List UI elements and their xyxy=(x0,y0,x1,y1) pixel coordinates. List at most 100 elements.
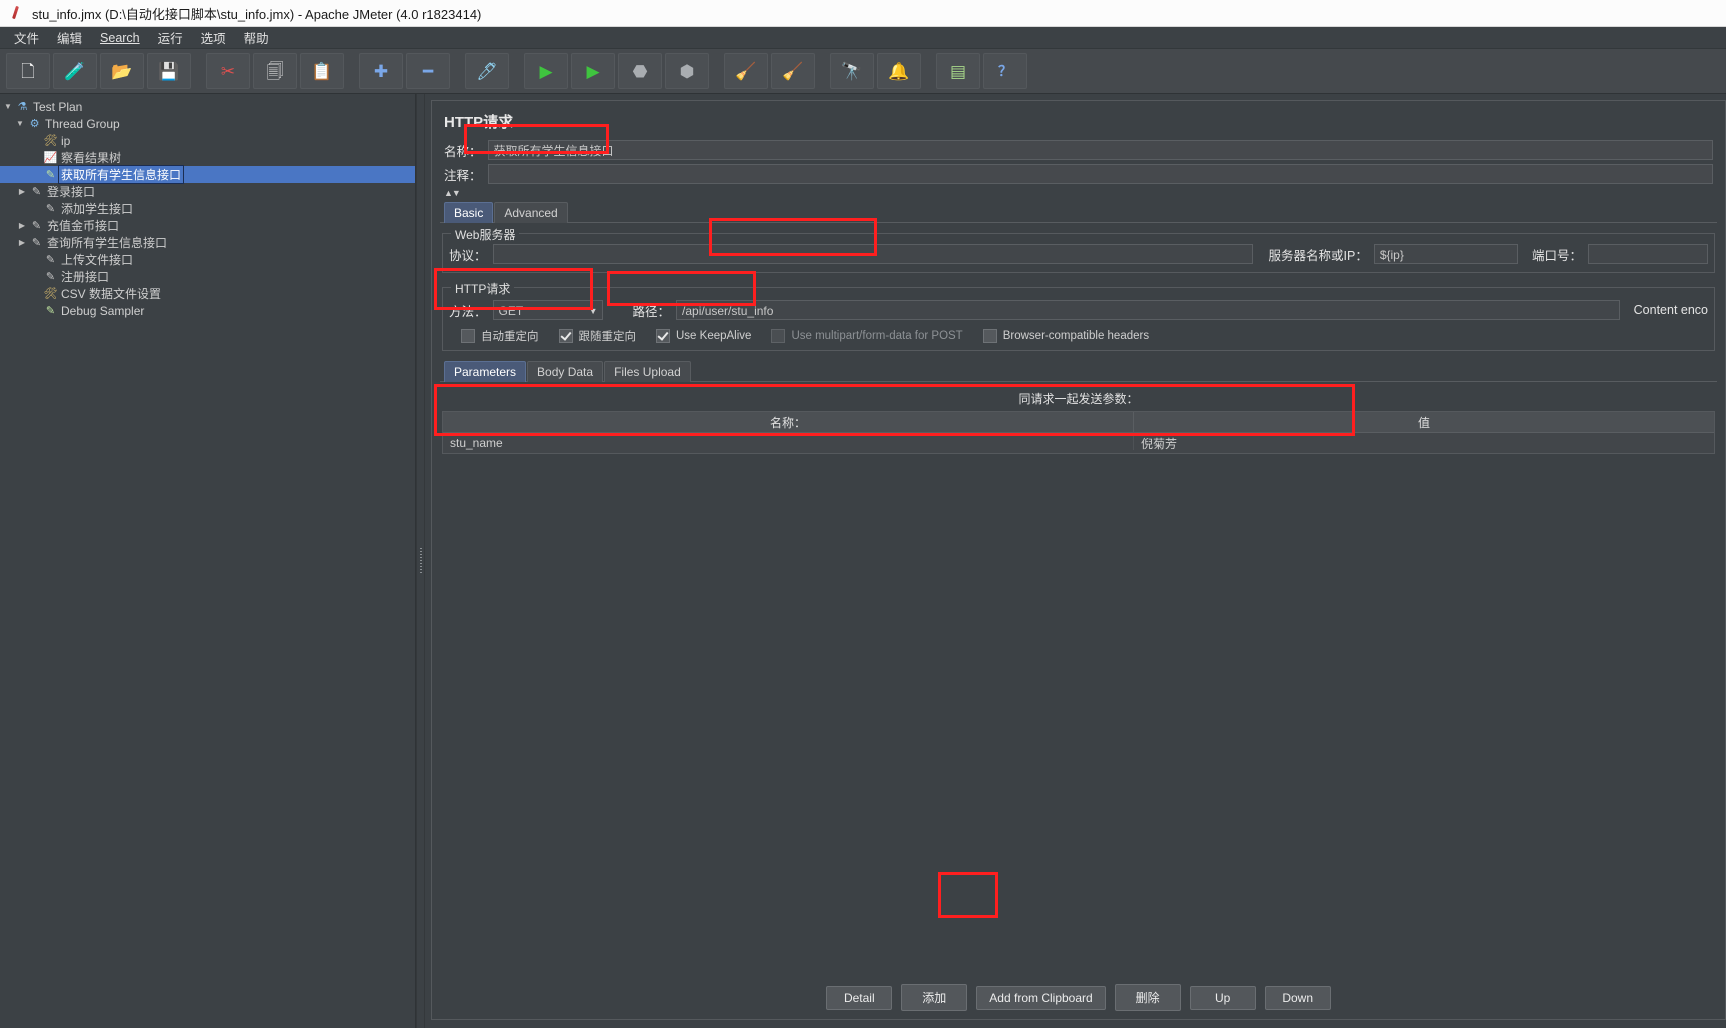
cut-button[interactable]: ✂ xyxy=(206,53,250,89)
tree-item-register[interactable]: ✎ 注册接口 xyxy=(0,268,415,285)
function-helper-button[interactable]: ▤ xyxy=(936,53,980,89)
pencil-toggle-icon: 🖊 xyxy=(476,61,498,81)
use-multipart-checkbox xyxy=(771,329,786,343)
tree-item-get-all-students[interactable]: ✎ 获取所有学生信息接口 xyxy=(0,165,415,184)
collapse-toggle[interactable]: ▲▼ xyxy=(444,188,1717,198)
menu-options[interactable]: 选项 xyxy=(193,26,234,49)
column-header-value: 值 xyxy=(1417,415,1430,430)
tree-item-thread-group[interactable]: ▼ ⚙ Thread Group xyxy=(0,115,415,132)
thread-group-icon: ⚙ xyxy=(29,118,40,130)
follow-redirect-label: 跟随重定向 xyxy=(578,331,637,343)
tree-item-recharge-coins[interactable]: ▶ ✎ 充值金币接口 xyxy=(0,217,415,234)
move-up-button[interactable]: Up xyxy=(1189,985,1256,1010)
delete-button[interactable]: 删除 xyxy=(1114,984,1181,1011)
tree-item-add-student[interactable]: ✎ 添加学生接口 xyxy=(0,200,415,217)
tree-label: Test Plan xyxy=(33,99,83,114)
open-button[interactable]: 📂 xyxy=(100,53,144,89)
chevron-down-icon[interactable]: ▼ xyxy=(14,119,26,128)
add-button[interactable]: 添加 xyxy=(901,984,968,1011)
tab-body-data[interactable]: Body Data xyxy=(527,361,604,382)
stop-button[interactable]: ⬣ xyxy=(618,53,662,89)
save-button[interactable]: 💾 xyxy=(147,53,191,89)
tab-advanced[interactable]: Advanced xyxy=(494,202,568,223)
help-button[interactable]: ？ xyxy=(983,53,1027,89)
browser-compatible-headers-label: Browser-compatible headers xyxy=(1002,330,1150,342)
tab-underline xyxy=(440,222,1717,223)
clipboard-icon: 📋 xyxy=(311,61,333,81)
toolbar: 🗋 🧪 📂 💾 ✂ 🗐 📋 ✚ ━ 🖊 ▶ ▶ ⬣ ⬢ 🧹 🧹 🔭 🔔 ▤ ？ xyxy=(0,49,1726,94)
name-label: 名称： xyxy=(444,144,482,159)
cell-param-value[interactable]: 倪菊芳 xyxy=(1134,435,1714,452)
play-no-pause-icon: ▶ xyxy=(586,61,600,81)
table-row[interactable]: stu_name 倪菊芳 xyxy=(443,433,1714,453)
port-input[interactable] xyxy=(1588,244,1708,264)
tab-parameters[interactable]: Parameters xyxy=(444,361,527,382)
menu-help[interactable]: 帮助 xyxy=(236,26,277,49)
templates-button[interactable]: 🧪 xyxy=(53,53,97,89)
clear-all-button[interactable]: 🧹 xyxy=(771,53,815,89)
tree-label: 注册接口 xyxy=(61,270,110,284)
chevron-down-icon[interactable]: ▼ xyxy=(2,102,14,111)
http-sampler-icon: ✎ xyxy=(31,237,42,249)
menu-run[interactable]: 运行 xyxy=(150,26,191,49)
tree-item-csv-data-set[interactable]: 🛠 CSV 数据文件设置 xyxy=(0,285,415,302)
tab-basic[interactable]: Basic xyxy=(444,202,494,223)
templates-icon: 🧪 xyxy=(64,61,86,81)
new-file-icon: 🗋 xyxy=(21,61,35,81)
column-header-name: 名称： xyxy=(443,412,1134,432)
search-button[interactable]: 🔭 xyxy=(830,53,874,89)
tree-item-query-all-students[interactable]: ▶ ✎ 查询所有学生信息接口 xyxy=(0,234,415,251)
function-list-icon: ▤ xyxy=(949,61,967,81)
menu-bar: 文件 编辑 Search 运行 选项 帮助 xyxy=(0,27,1726,49)
test-plan-tree[interactable]: ▼ ⚗ Test Plan ▼ ⚙ Thread Group 🛠 ip 📈 察看… xyxy=(0,94,416,1028)
comment-input[interactable] xyxy=(487,164,1713,184)
new-button[interactable]: 🗋 xyxy=(6,53,50,89)
menu-search[interactable]: Search xyxy=(92,29,148,47)
method-select[interactable]: GET ▼ xyxy=(492,300,603,321)
config-element-icon: 🛠 xyxy=(43,135,58,147)
move-down-button[interactable]: Down xyxy=(1264,985,1331,1010)
paste-button[interactable]: 📋 xyxy=(300,53,344,89)
chevron-right-icon[interactable]: ▶ xyxy=(16,238,28,247)
chevron-right-icon[interactable]: ▶ xyxy=(16,221,28,230)
copy-icon: 🗐 xyxy=(266,61,284,81)
table-body: stu_name 倪菊芳 xyxy=(443,433,1714,453)
name-input[interactable]: 获取所有学生信息接口 xyxy=(487,140,1713,160)
start-button[interactable]: ▶ xyxy=(524,53,568,89)
collapse-all-button[interactable]: ━ xyxy=(406,53,450,89)
tree-item-upload-file[interactable]: ✎ 上传文件接口 xyxy=(0,251,415,268)
toggle-button[interactable]: 🖊 xyxy=(465,53,509,89)
stop-icon: ⬣ xyxy=(632,61,648,81)
server-name-or-ip-input[interactable]: ${ip} xyxy=(1373,244,1518,264)
tree-item-view-results-tree[interactable]: 📈 察看结果树 xyxy=(0,149,415,166)
method-path-row: 方法： GET ▼ 路径： /api/user/stu_info Content… xyxy=(449,300,1708,320)
copy-button[interactable]: 🗐 xyxy=(253,53,297,89)
shutdown-icon: ⬢ xyxy=(679,61,695,81)
cell-param-name[interactable]: stu_name xyxy=(443,436,1134,450)
split-pane-divider[interactable] xyxy=(416,94,425,1028)
debug-sampler-icon: ✎ xyxy=(45,305,56,317)
follow-redirect-checkbox[interactable] xyxy=(558,329,573,343)
auto-redirect-checkbox[interactable] xyxy=(461,329,475,343)
tree-item-login[interactable]: ▶ ✎ 登录接口 xyxy=(0,183,415,200)
expand-all-button[interactable]: ✚ xyxy=(359,53,403,89)
protocol-input[interactable] xyxy=(492,244,1253,264)
tree-item-ip[interactable]: 🛠 ip xyxy=(0,132,415,149)
broom-icon: 🧹 xyxy=(735,61,757,81)
shutdown-button[interactable]: ⬢ xyxy=(665,53,709,89)
detail-button[interactable]: Detail xyxy=(826,985,893,1010)
add-from-clipboard-button[interactable]: Add from Clipboard xyxy=(976,985,1106,1010)
path-input[interactable]: /api/user/stu_info xyxy=(676,300,1620,320)
use-keepalive-checkbox[interactable] xyxy=(656,329,670,343)
menu-file[interactable]: 文件 xyxy=(6,26,47,49)
clear-button[interactable]: 🧹 xyxy=(724,53,768,89)
reset-search-button[interactable]: 🔔 xyxy=(877,53,921,89)
chevron-down-icon[interactable]: ▼ xyxy=(589,301,598,321)
browser-compatible-headers-checkbox[interactable] xyxy=(982,329,997,343)
tree-item-debug-sampler[interactable]: ✎ Debug Sampler xyxy=(0,302,415,319)
start-no-pauses-button[interactable]: ▶ xyxy=(571,53,615,89)
menu-edit[interactable]: 编辑 xyxy=(49,26,90,49)
tree-item-test-plan[interactable]: ▼ ⚗ Test Plan xyxy=(0,98,415,115)
tab-files-upload[interactable]: Files Upload xyxy=(604,361,691,382)
chevron-right-icon[interactable]: ▶ xyxy=(16,187,28,196)
